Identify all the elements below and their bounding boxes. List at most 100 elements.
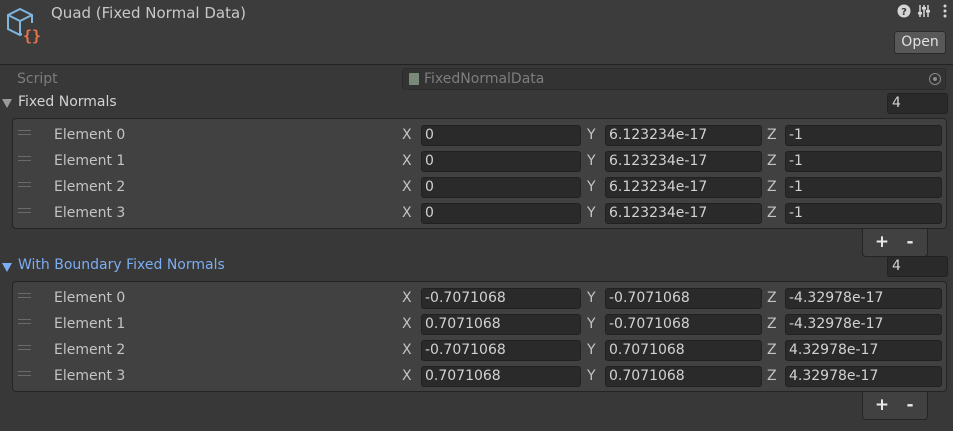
x-axis-label: X — [402, 153, 412, 169]
z-axis-label: Z — [767, 179, 777, 195]
x-value-field[interactable]: -0.7071068 — [421, 340, 581, 361]
y-value-field[interactable]: 0.7071068 — [605, 366, 762, 387]
help-icon[interactable]: ? — [897, 4, 911, 20]
z-value-field[interactable]: -1 — [785, 125, 942, 146]
drag-handle-icon[interactable] — [18, 345, 31, 350]
add-element-button[interactable]: + — [871, 394, 893, 416]
y-value-field[interactable]: -0.7071068 — [605, 314, 762, 335]
y-value-field[interactable]: 6.123234e-17 — [605, 203, 762, 224]
y-value-field[interactable]: -0.7071068 — [605, 288, 762, 309]
x-value-field[interactable]: 0 — [421, 177, 581, 198]
drag-handle-icon[interactable] — [18, 182, 31, 187]
z-axis-label: Z — [767, 342, 777, 358]
boundary-normals-size-field[interactable]: 4 — [887, 256, 948, 277]
x-axis-label: X — [402, 179, 412, 195]
x-axis-label: X — [402, 290, 412, 306]
foldout-arrow-icon[interactable] — [2, 263, 12, 272]
element-label: Element 1 — [54, 316, 126, 332]
z-value-field[interactable]: -1 — [785, 177, 942, 198]
list-element-row: Element 0 X -0.7071068 Y -0.7071068 Z -4.32978… — [13, 287, 946, 313]
drag-handle-icon[interactable] — [18, 156, 31, 161]
y-value-field[interactable]: 6.123234e-17 — [605, 125, 762, 146]
y-axis-label: Y — [587, 205, 596, 221]
y-axis-label: Y — [587, 127, 596, 143]
x-axis-label: X — [402, 316, 412, 332]
list-element-row: Element 3 X 0.7071068 Y 0.7071068 Z 4.32978e-1… — [13, 365, 946, 391]
drag-handle-icon[interactable] — [18, 293, 31, 298]
drag-handle-icon[interactable] — [18, 130, 31, 135]
y-value-field[interactable]: 6.123234e-17 — [605, 151, 762, 172]
header-divider — [0, 64, 953, 65]
x-axis-label: X — [402, 127, 412, 143]
y-axis-label: Y — [587, 316, 596, 332]
element-label: Element 0 — [54, 127, 126, 143]
list-element-row: Element 1 X 0 Y 6.123234e-17 Z -1 — [13, 150, 946, 176]
x-value-field[interactable]: 0.7071068 — [421, 366, 581, 387]
open-button[interactable]: Open — [894, 31, 946, 54]
z-axis-label: Z — [767, 153, 777, 169]
x-axis-label: X — [402, 368, 412, 384]
z-axis-label: Z — [767, 205, 777, 221]
element-label: Element 0 — [54, 290, 126, 306]
add-element-button[interactable]: + — [871, 231, 893, 253]
x-value-field[interactable]: 0 — [421, 151, 581, 172]
z-axis-label: Z — [767, 290, 777, 306]
object-picker-icon[interactable] — [929, 73, 941, 85]
kebab-menu-icon[interactable] — [938, 4, 952, 20]
x-value-field[interactable]: -0.7071068 — [421, 288, 581, 309]
z-value-field[interactable]: 4.32978e-17 — [785, 366, 942, 387]
list-element-row: Element 2 X 0 Y 6.123234e-17 Z -1 — [13, 176, 946, 202]
foldout-arrow-icon[interactable] — [2, 99, 12, 108]
z-value-field[interactable]: 4.32978e-17 — [785, 340, 942, 361]
script-label: Script — [17, 71, 58, 87]
drag-handle-icon[interactable] — [18, 208, 31, 213]
x-value-field[interactable]: 0 — [421, 203, 581, 224]
remove-element-button[interactable]: - — [899, 231, 921, 253]
script-object-field[interactable]: FixedNormalData — [402, 68, 946, 90]
list-element-row: Element 0 X 0 Y 6.123234e-17 Z -1 — [13, 124, 946, 150]
z-value-field[interactable]: -4.32978e-17 — [785, 288, 942, 309]
y-axis-label: Y — [587, 342, 596, 358]
z-axis-label: Z — [767, 127, 777, 143]
script-file-icon — [409, 73, 419, 85]
x-axis-label: X — [402, 342, 412, 358]
z-value-field[interactable]: -1 — [785, 203, 942, 224]
inspector-title: Quad (Fixed Normal Data) — [51, 4, 246, 22]
preset-icon[interactable] — [917, 4, 931, 20]
fixed-normals-list: Element 0 X 0 Y 6.123234e-17 Z -1 Element 1X0Y6… — [12, 118, 947, 229]
z-axis-label: Z — [767, 368, 777, 384]
drag-handle-icon[interactable] — [18, 319, 31, 324]
x-value-field[interactable]: 0.7071068 — [421, 314, 581, 335]
z-axis-label: Z — [767, 316, 777, 332]
fixed-normals-size-field[interactable]: 4 — [887, 93, 948, 114]
svg-text:{}: {} — [23, 27, 41, 45]
list-element-row: Element 3 X 0 Y 6.123234e-17 Z -1 — [13, 202, 946, 228]
y-axis-label: Y — [587, 179, 596, 195]
drag-handle-icon[interactable] — [18, 371, 31, 376]
element-label: Element 3 — [54, 368, 126, 384]
remove-element-button[interactable]: - — [899, 394, 921, 416]
list-element-row: Element 2 X -0.7071068 Y 0.7071068 Z 4.32978e-… — [13, 339, 946, 365]
svg-text:?: ? — [901, 7, 907, 18]
y-axis-label: Y — [587, 368, 596, 384]
fixed-normals-foldout[interactable]: Fixed Normals — [18, 94, 117, 110]
element-label: Element 1 — [54, 153, 126, 169]
scriptable-object-icon: {} — [4, 5, 44, 45]
list-element-row: Element 1 X 0.7071068 Y -0.7071068 Z -4.32978e… — [13, 313, 946, 339]
fixed-normals-list-footer: + - — [862, 229, 928, 257]
y-axis-label: Y — [587, 290, 596, 306]
boundary-normals-list: Element 0 X -0.7071068 Y -0.7071068 Z -4.32978… — [12, 281, 947, 392]
z-value-field[interactable]: -4.32978e-17 — [785, 314, 942, 335]
y-value-field[interactable]: 6.123234e-17 — [605, 177, 762, 198]
element-label: Element 3 — [54, 205, 126, 221]
y-axis-label: Y — [587, 153, 596, 169]
boundary-normals-foldout[interactable]: With Boundary Fixed Normals — [18, 257, 225, 273]
element-label: Element 2 — [54, 342, 126, 358]
y-value-field[interactable]: 0.7071068 — [605, 340, 762, 361]
z-value-field[interactable]: -1 — [785, 151, 942, 172]
boundary-normals-list-footer: + - — [862, 392, 928, 420]
x-value-field[interactable]: 0 — [421, 125, 581, 146]
element-label: Element 2 — [54, 179, 126, 195]
script-value: FixedNormalData — [424, 71, 545, 87]
x-axis-label: X — [402, 205, 412, 221]
